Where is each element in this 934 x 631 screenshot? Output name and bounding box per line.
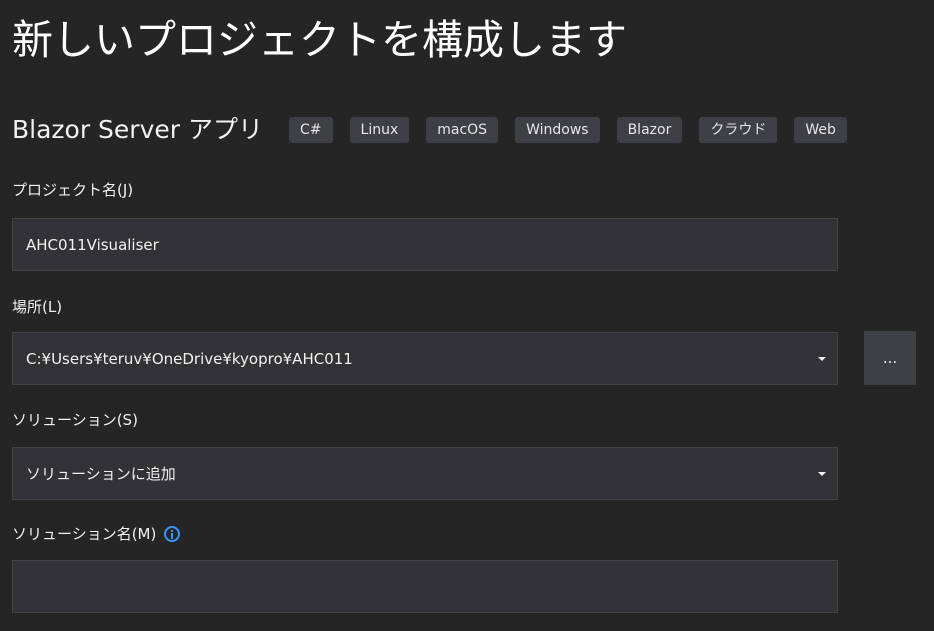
location-value: C:¥Users¥teruv¥OneDrive¥kyopro¥AHC011 xyxy=(26,349,353,368)
tag-windows: Windows xyxy=(515,117,600,143)
solution-value: ソリューションに追加 xyxy=(26,465,176,483)
tag-blazor: Blazor xyxy=(616,117,683,143)
tag-macos: macOS xyxy=(426,117,499,143)
solution-name-label: ソリューション名(M) xyxy=(12,525,157,543)
solution-combobox[interactable]: ソリューションに追加 xyxy=(12,447,838,500)
tag-csharp: C# xyxy=(289,117,333,143)
info-icon[interactable] xyxy=(164,525,181,542)
tag-linux: Linux xyxy=(349,117,410,143)
solution-name-label-row: ソリューション名(M) xyxy=(12,523,181,544)
tag-cloud: クラウド xyxy=(699,117,778,143)
location-label: 場所(L) xyxy=(12,298,63,316)
page-title: 新しいプロジェクトを構成します xyxy=(12,16,627,64)
browse-button[interactable]: ... xyxy=(864,331,916,385)
project-name-input[interactable] xyxy=(12,218,838,271)
solution-label: ソリューション(S) xyxy=(12,411,138,429)
template-name: Blazor Server アプリ xyxy=(12,115,263,144)
location-combobox[interactable]: C:¥Users¥teruv¥OneDrive¥kyopro¥AHC011 xyxy=(12,332,838,385)
solution-name-input[interactable] xyxy=(12,560,838,613)
chevron-down-icon[interactable] xyxy=(818,356,826,361)
chevron-down-icon[interactable] xyxy=(818,471,826,476)
tag-web: Web xyxy=(794,117,847,143)
project-name-label: プロジェクト名(J) xyxy=(12,181,134,199)
template-header: Blazor Server アプリ C# Linux macOS Windows… xyxy=(12,112,864,148)
